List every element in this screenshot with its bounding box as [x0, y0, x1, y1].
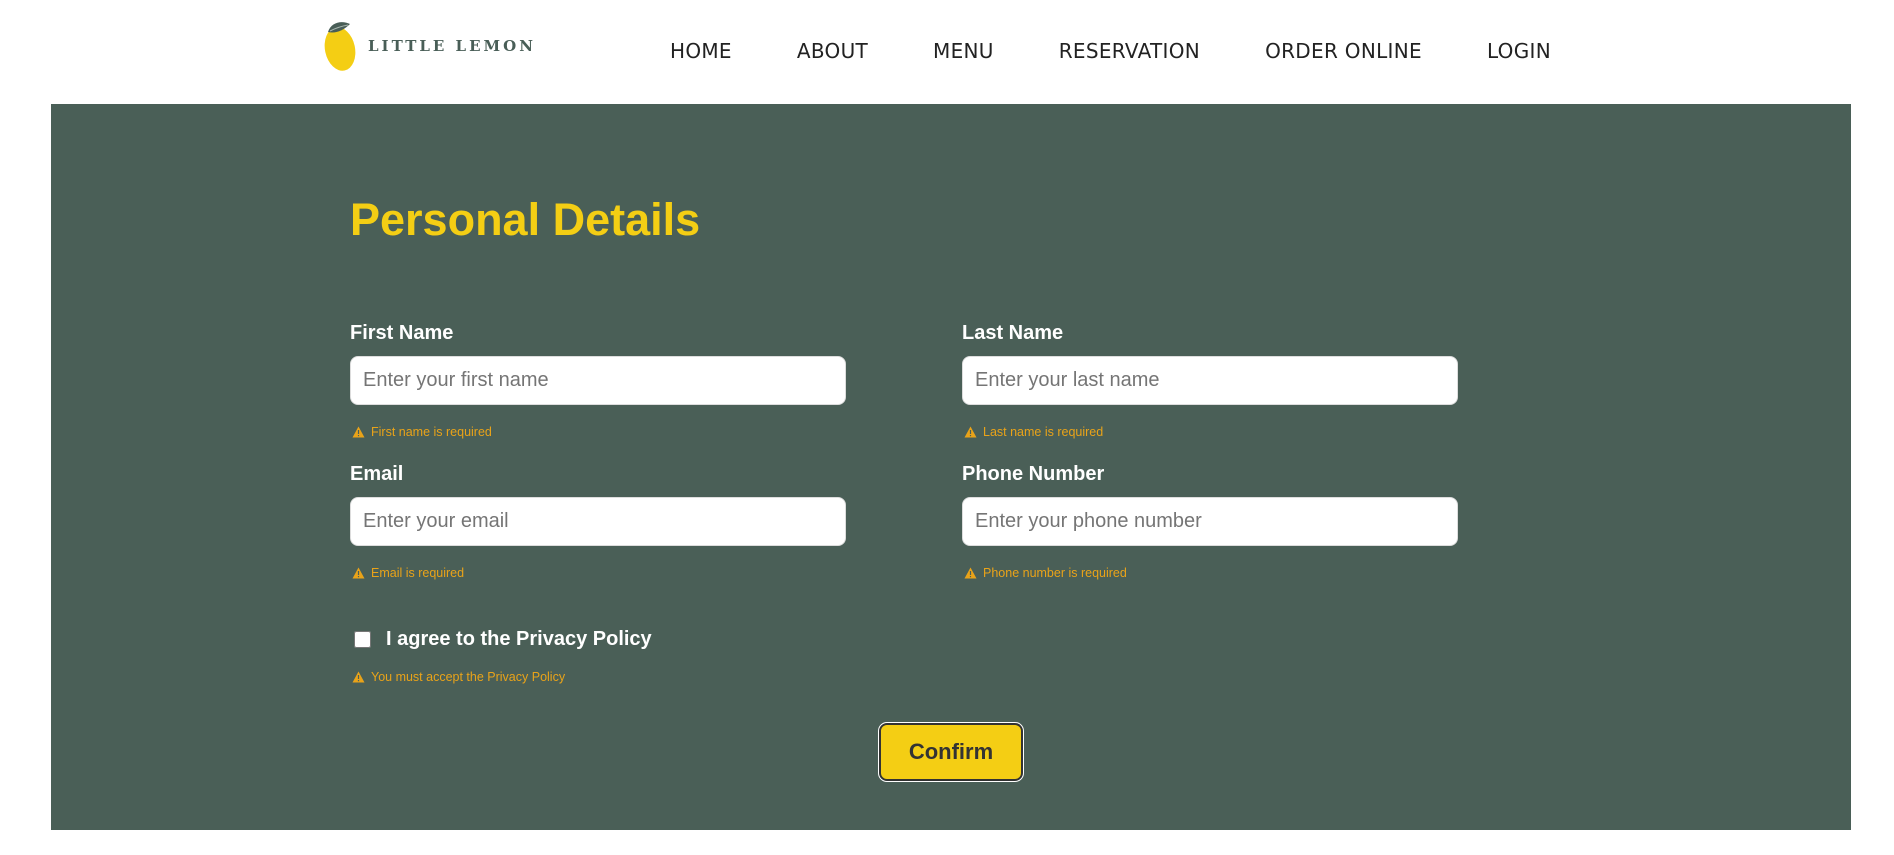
- first-name-error: First name is required: [350, 424, 846, 440]
- last-name-label: Last Name: [962, 322, 1064, 344]
- last-name-group: Last Name Last name is required: [962, 321, 1458, 440]
- nav-home[interactable]: HOME: [670, 39, 732, 63]
- lemon-logo-icon: [324, 22, 356, 71]
- personal-details-panel: Personal Details First Name First name i…: [51, 104, 1851, 830]
- phone-error-text: Phone number is required: [983, 566, 1127, 580]
- phone-label: Phone Number: [962, 463, 1105, 485]
- privacy-label: I agree to the Privacy Policy: [386, 628, 652, 650]
- email-label: Email: [350, 463, 404, 485]
- warning-triangle-icon: [352, 567, 365, 579]
- last-name-error: Last name is required: [962, 424, 1458, 440]
- main-nav: HOME ABOUT MENU RESERVATION ORDER ONLINE…: [670, 36, 1551, 66]
- privacy-agreement[interactable]: I agree to the Privacy Policy: [354, 628, 652, 651]
- phone-error: Phone number is required: [962, 565, 1458, 581]
- first-name-input[interactable]: [350, 356, 846, 405]
- logo-text: LITTLE LEMON: [368, 37, 536, 55]
- warning-triangle-icon: [964, 567, 977, 579]
- privacy-error: You must accept the Privacy Policy: [350, 670, 565, 684]
- nav-about[interactable]: ABOUT: [797, 39, 868, 63]
- warning-triangle-icon: [352, 671, 365, 683]
- last-name-input[interactable]: [962, 356, 1458, 405]
- nav-reservation[interactable]: RESERVATION: [1059, 39, 1200, 63]
- email-input[interactable]: [350, 497, 846, 546]
- phone-input[interactable]: [962, 497, 1458, 546]
- page-title: Personal Details: [350, 194, 701, 245]
- warning-triangle-icon: [964, 426, 977, 438]
- first-name-label: First Name: [350, 322, 454, 344]
- privacy-checkbox[interactable]: [354, 631, 371, 648]
- warning-triangle-icon: [352, 426, 365, 438]
- site-header: LITTLE LEMON HOME ABOUT MENU RESERVATION…: [0, 0, 1894, 104]
- nav-menu[interactable]: MENU: [933, 39, 994, 63]
- email-error: Email is required: [350, 565, 846, 581]
- first-name-error-text: First name is required: [371, 425, 492, 439]
- nav-login[interactable]: LOGIN: [1487, 39, 1551, 63]
- first-name-group: First Name First name is required: [350, 321, 846, 440]
- logo[interactable]: LITTLE LEMON: [322, 18, 536, 74]
- email-group: Email Email is required: [350, 462, 846, 581]
- confirm-button[interactable]: Confirm: [878, 722, 1024, 782]
- last-name-error-text: Last name is required: [983, 425, 1104, 439]
- nav-order-online[interactable]: ORDER ONLINE: [1265, 39, 1422, 63]
- phone-group: Phone Number Phone number is required: [962, 462, 1458, 581]
- email-error-text: Email is required: [371, 566, 465, 580]
- privacy-error-text: You must accept the Privacy Policy: [371, 670, 566, 684]
